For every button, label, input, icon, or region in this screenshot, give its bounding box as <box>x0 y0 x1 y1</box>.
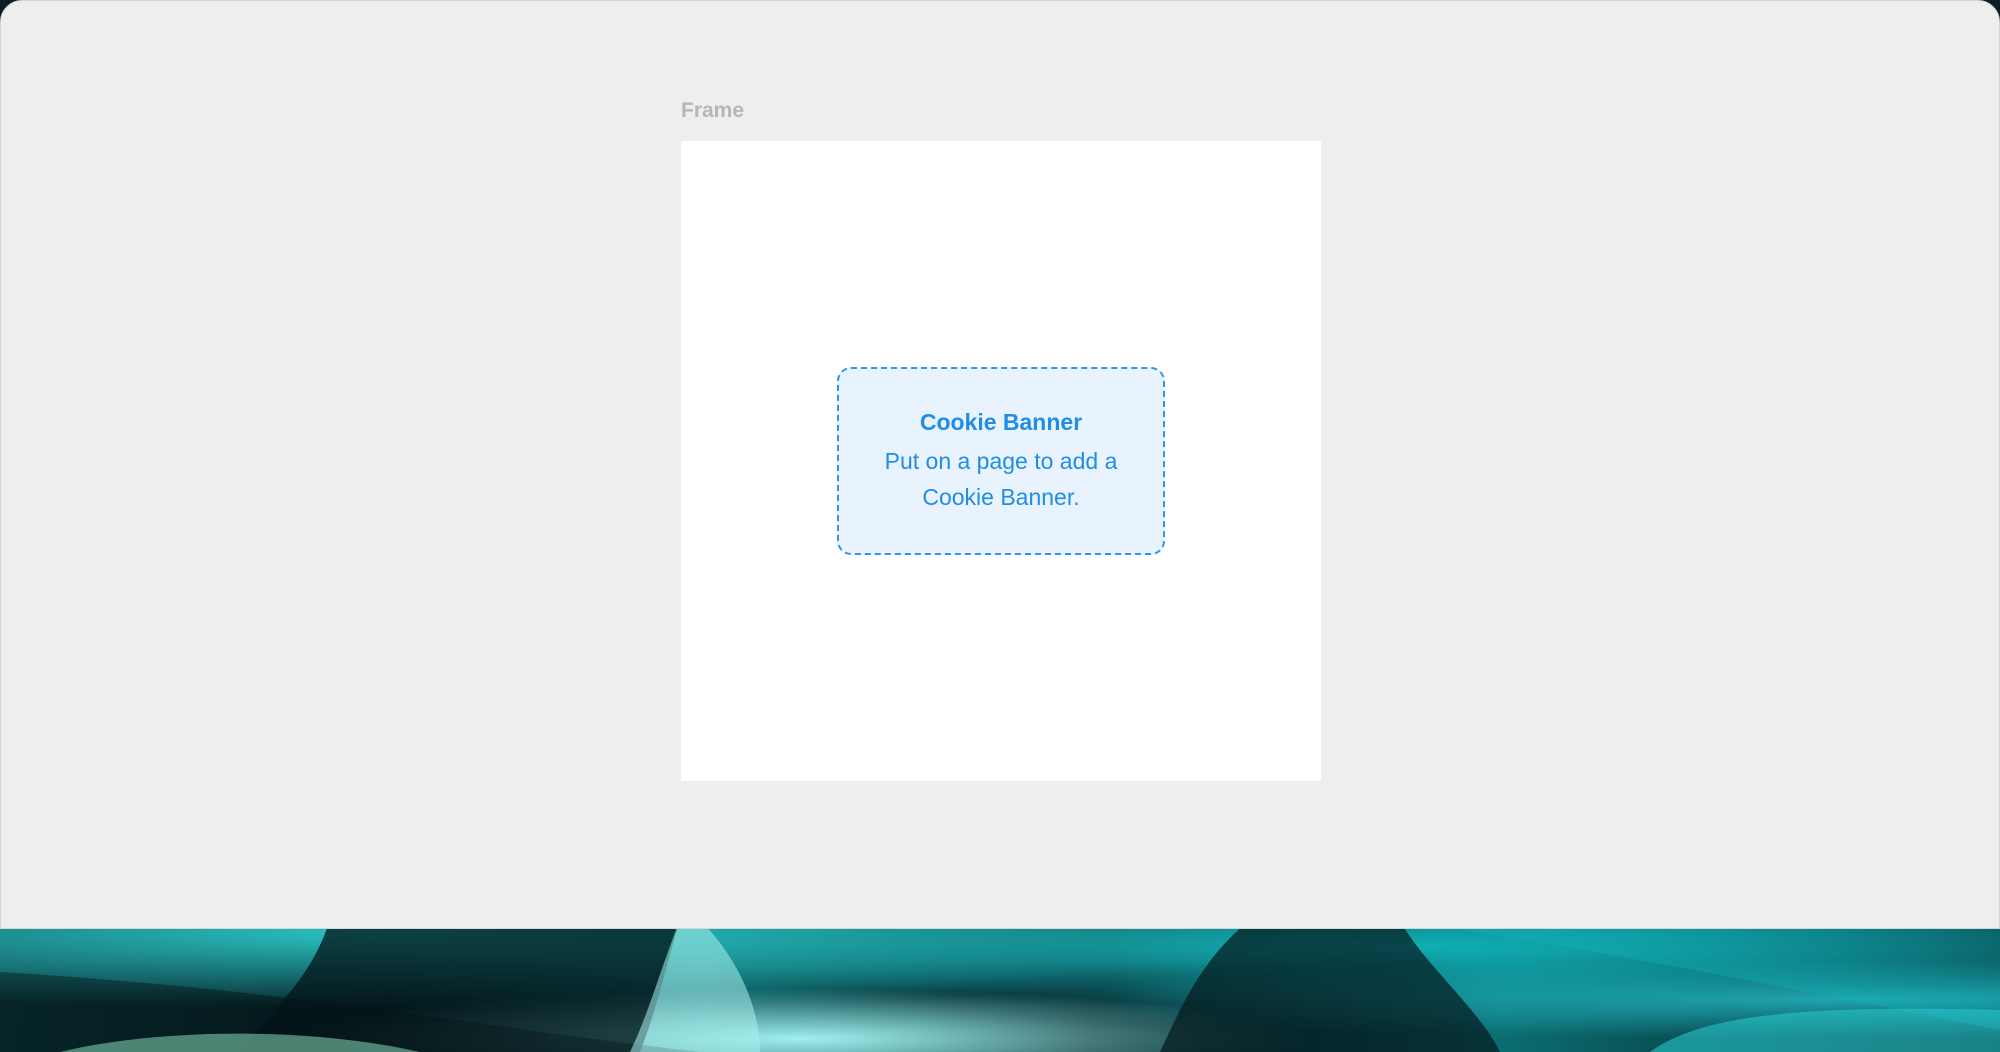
frame[interactable]: Cookie Banner Put on a page to add a Coo… <box>681 141 1321 781</box>
wallpaper-waves <box>0 920 2000 1052</box>
desktop-wallpaper <box>0 920 2000 1052</box>
cookie-banner-placeholder[interactable]: Cookie Banner Put on a page to add a Coo… <box>837 367 1165 555</box>
frame-label[interactable]: Frame <box>681 99 744 123</box>
screen: Frame Cookie Banner Put on a page to add… <box>0 0 2000 1052</box>
design-canvas[interactable]: Frame Cookie Banner Put on a page to add… <box>0 0 2000 929</box>
placeholder-title: Cookie Banner <box>919 409 1083 435</box>
placeholder-description: Put on a page to add a Cookie Banner. <box>884 448 1118 510</box>
